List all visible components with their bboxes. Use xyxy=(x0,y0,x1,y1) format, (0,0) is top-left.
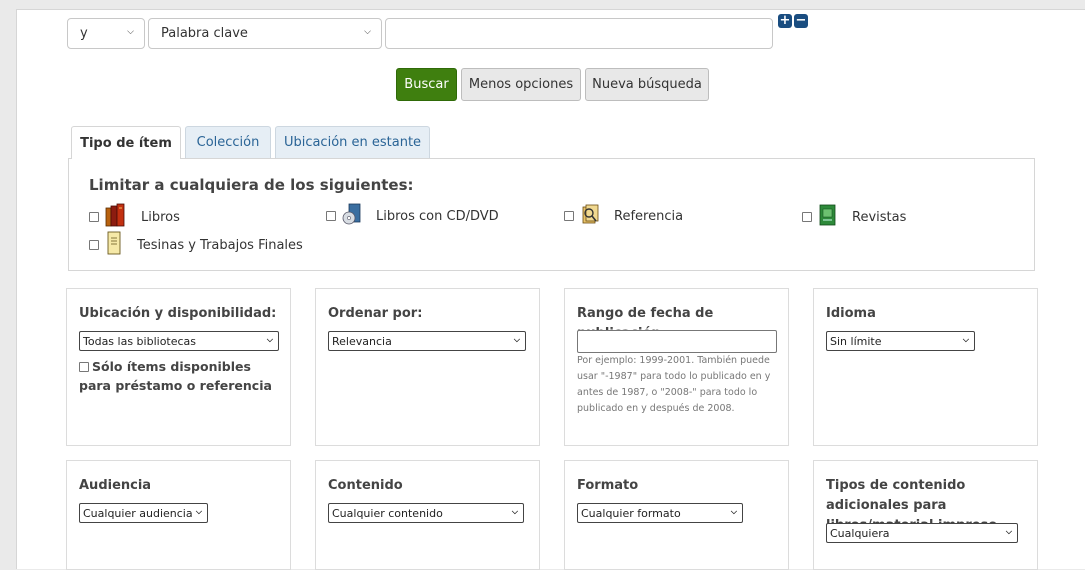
itemtype-option-referencia[interactable]: Referencia xyxy=(564,203,683,229)
audience-box: Audiencia Cualquier audiencia ⌵ xyxy=(66,460,291,570)
audience-title: Audiencia xyxy=(79,478,152,493)
content-select[interactable]: Cualquier contenido ⌵ xyxy=(328,503,524,523)
sort-title: Ordenar por: xyxy=(328,306,423,321)
content-title: Contenido xyxy=(328,478,403,493)
cd-book-icon xyxy=(342,203,362,229)
chevron-down-icon: ⌵ xyxy=(511,507,518,516)
add-row-icon[interactable]: + xyxy=(778,14,792,28)
chevron-down-icon: ⌵ xyxy=(962,335,969,344)
language-box: Idioma Sin límite ⌵ xyxy=(813,288,1038,446)
location-title: Ubicación y disponibilidad: xyxy=(79,306,277,321)
audience-select[interactable]: Cualquier audiencia ⌵ xyxy=(79,503,208,523)
search-index-select[interactable]: Palabra clave ⌵ xyxy=(148,18,382,49)
itemtype-checkbox[interactable] xyxy=(326,211,336,221)
format-value: Cualquier formato xyxy=(581,506,681,520)
chevron-down-icon: ⌵ xyxy=(730,507,737,516)
chevron-down-icon: ⌵ xyxy=(513,335,520,344)
language-value: Sin límite xyxy=(830,334,882,348)
pubdate-range-input[interactable] xyxy=(577,330,777,353)
itemtype-checkbox[interactable] xyxy=(89,212,99,222)
itemtype-label: Libros xyxy=(141,209,180,225)
tab-shelf-location[interactable]: Ubicación en estante xyxy=(275,126,430,158)
itemtype-option-libros-cd[interactable]: Libros con CD/DVD xyxy=(326,203,499,229)
boolean-operator-select[interactable]: y ⌵ xyxy=(67,18,145,49)
format-box: Formato Cualquier formato ⌵ xyxy=(564,460,789,570)
available-only-option[interactable]: Sólo ítems disponibles para préstamo o r… xyxy=(79,357,284,395)
library-select[interactable]: Todas las bibliotecas ⌵ xyxy=(79,331,279,351)
content-value: Cualquier contenido xyxy=(332,506,443,520)
sort-select[interactable]: Relevancia ⌵ xyxy=(328,331,526,351)
chevron-down-icon: ⌵ xyxy=(127,27,134,37)
sort-box: Ordenar por: Relevancia ⌵ xyxy=(315,288,540,446)
itemtype-label: Referencia xyxy=(614,208,684,224)
format-select[interactable]: Cualquier formato ⌵ xyxy=(577,503,743,523)
itemtype-option-tesinas[interactable]: Tesinas y Trabajos Finales xyxy=(89,231,303,259)
available-checkbox[interactable] xyxy=(79,362,89,372)
itemtype-option-revistas[interactable]: Revistas xyxy=(802,203,906,231)
chevron-down-icon: ⌵ xyxy=(1005,527,1012,536)
itemtype-checkbox[interactable] xyxy=(89,240,99,250)
thesis-icon xyxy=(105,231,123,259)
itemtype-option-libros[interactable]: Libros xyxy=(89,203,180,231)
magazine-icon xyxy=(818,203,838,231)
search-button[interactable]: Buscar xyxy=(396,68,457,101)
itemtype-checkbox[interactable] xyxy=(802,212,812,222)
item-type-pane: Limitar a cualquiera de los siguientes: … xyxy=(68,158,1035,271)
pubdate-help-text: Por ejemplo: 1999-2001. También puede us… xyxy=(577,355,771,414)
content-box: Contenido Cualquier contenido ⌵ xyxy=(315,460,540,570)
reference-icon xyxy=(580,203,600,229)
pubdate-box: Rango de fecha de publicación Por ejempl… xyxy=(564,288,789,446)
additional-content-box: Tipos de contenido adicionales para libr… xyxy=(813,460,1038,570)
itemtype-label: Revistas xyxy=(852,209,907,225)
location-box: Ubicación y disponibilidad: Todas las bi… xyxy=(66,288,291,446)
itemtype-label: Tesinas y Trabajos Finales xyxy=(137,237,303,253)
audience-value: Cualquier audiencia xyxy=(83,506,193,520)
limit-heading: Limitar a cualquiera de los siguientes: xyxy=(89,176,414,194)
new-search-button[interactable]: Nueva búsqueda xyxy=(585,68,709,101)
language-select[interactable]: Sin límite ⌵ xyxy=(826,331,975,351)
sort-value: Relevancia xyxy=(332,334,392,348)
chevron-down-icon: ⌵ xyxy=(195,507,202,516)
tab-item-type[interactable]: Tipo de ítem xyxy=(71,126,181,159)
format-title: Formato xyxy=(577,478,639,493)
chevron-down-icon: ⌵ xyxy=(364,27,371,37)
books-icon xyxy=(105,203,127,231)
additional-select[interactable]: Cualquiera ⌵ xyxy=(826,523,1018,543)
language-title: Idioma xyxy=(826,306,876,321)
fewer-options-button[interactable]: Menos opciones xyxy=(461,68,581,101)
operator-value: y xyxy=(80,26,88,41)
search-term-input[interactable] xyxy=(385,18,773,49)
remove-row-icon[interactable]: − xyxy=(794,14,808,28)
tab-collection[interactable]: Colección xyxy=(185,126,271,158)
library-value: Todas las bibliotecas xyxy=(83,334,197,348)
chevron-down-icon: ⌵ xyxy=(266,335,273,344)
itemtype-label: Libros con CD/DVD xyxy=(376,208,499,224)
available-label: Sólo ítems disponibles para préstamo o r… xyxy=(79,359,272,393)
itemtype-checkbox[interactable] xyxy=(564,211,574,221)
additional-value: Cualquiera xyxy=(830,526,890,540)
index-value: Palabra clave xyxy=(161,26,248,41)
